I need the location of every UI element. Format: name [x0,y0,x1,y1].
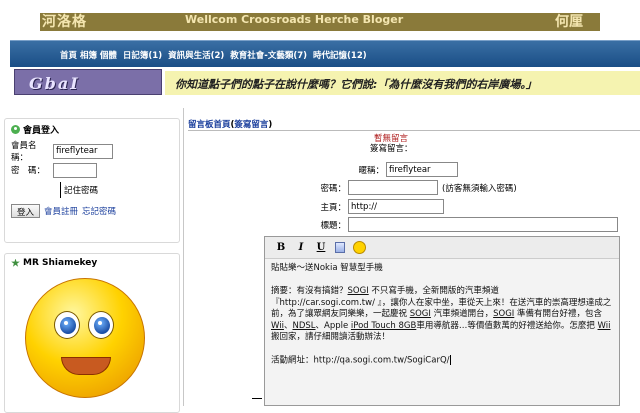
bottom-divider-tick [252,398,262,399]
password-hint: (訪客無須輸入密碼) [442,183,517,194]
message-editor[interactable]: B I U 貼貼樂～送Nokia 智慧型手機 摘要：有沒有搞錯？SOGI 不只寫… [264,236,620,406]
remember-checkbox[interactable] [60,182,61,198]
guestbook-tabs: 留言板首頁(簽寫留言) [188,120,273,130]
smiley-face-image [25,278,145,398]
homepage-label: 主頁： [320,202,346,213]
editor-toolbar: B I U [265,237,619,259]
ipod-text: iPod Touch 8GB [350,320,417,331]
site-name[interactable]: 河洛格 [42,11,87,31]
username-input[interactable] [53,143,113,159]
nav-item-memory[interactable]: 時代記憶(12) [313,49,367,61]
login-panel-title: 會員登入 [5,119,179,140]
write-message-heading: 簽寫留言： [370,144,413,154]
sogi-link-1: SOGI [347,286,369,296]
subject-input[interactable] [348,217,618,232]
emoticon-icon[interactable] [353,241,366,254]
nickname-input[interactable] [386,162,458,177]
car-url-text: 『http://car.sogi.com.tw/ 』 [271,297,382,308]
site-slogan: Wellcom Croosroads Herche Bloger [185,13,404,26]
marquee-box: 你知道點子們的點子在說什麼嗎？它們說:「為什麼沒有我們的右岸廣場。」 [165,71,640,95]
homepage-input[interactable] [348,199,444,214]
main-nav: 首頁 相簿 個體 日記簿(1) 資訊與生活(2) 教育社會-文藝類(7) 時代記… [10,40,640,67]
mr-panel-title: MR Shiamekey [5,254,179,272]
site-header: 河洛格 Wellcom Croosroads Herche Bloger 何厘 [0,0,640,38]
nav-item-diary[interactable]: 日記簿(1) [123,49,162,61]
nav-item-education[interactable]: 教育社會-文藝類(7) [230,49,307,61]
password-input[interactable] [53,162,97,178]
marquee-text: 你知道點子們的點子在說什麼嗎？它們說:「為什麼沒有我們的右岸廣場。」 [175,78,537,91]
nav-item-home[interactable]: 首頁 相簿 個體 [60,49,117,61]
nav-item-info-life[interactable]: 資訊與生活(2) [168,49,224,61]
tab-guestbook-home[interactable]: 留言板首頁 [188,120,231,130]
smiley-left-pupil [60,317,76,334]
guestbook-password-input[interactable] [348,180,438,195]
nickname-row: 暱稱： [326,162,458,177]
summary-text-7: 、Apple [315,320,351,331]
mr-panel: MR Shiamekey [4,253,180,413]
forgot-password-link[interactable]: 忘記密碼 [82,205,116,217]
username-row: 會員名稱： [11,141,173,163]
smiley-mouth [61,357,111,375]
star-icon [11,258,20,267]
bold-button[interactable]: B [275,242,287,253]
column-divider [183,108,184,406]
sogi-link-3: SOGI [493,309,515,319]
wii-text-1: Wii [271,320,284,331]
activity-label: 活動網址： [271,355,314,366]
smiley-right-eye [88,311,114,339]
summary-text-5: 準備有開台好禮，包含 [514,309,605,319]
editor-body[interactable]: 貼貼樂～送Nokia 智慧型手機 摘要：有沒有搞錯？SOGI 不只寫手機，全新開… [265,259,619,371]
banner-logo-text: GbaI [29,74,80,93]
login-button[interactable]: 登入 [11,204,41,218]
text-caret [449,355,451,365]
password-row: 密 碼： [11,162,173,178]
nickname-label: 暱稱： [358,165,384,176]
login-panel: 會員登入 會員名稱： 密 碼： 記住密碼 登入 會員註冊 忘記密碼 [4,118,180,243]
site-owner: 何厘 [555,14,583,30]
smiley-left-eye [54,311,80,339]
summary-text-4: 汽車頻道開台， [430,309,494,319]
mr-title: MR Shiamekey [23,258,98,268]
insert-image-icon[interactable] [335,242,345,253]
editor-line-title: 貼貼樂～送Nokia 智慧型手機 [271,263,383,273]
username-label: 會員名稱： [11,141,37,163]
subject-row: 標題： [288,217,618,232]
banner: GbaI 你知道點子們的點子在說什麼嗎？它們說:「為什麼沒有我們的右岸廣場。」 [10,67,640,101]
ndsl-text: NDSL [292,320,316,331]
summary-text-2: 不只寫手機，全新開版的汽車頻道 [368,286,499,296]
tab-rule [188,130,640,131]
underline-button[interactable]: U [315,242,327,253]
guestbook-password-row: 密碼： (訪客無須輸入密碼) [288,180,517,195]
summary-text-1: 摘要：有沒有搞錯？ [271,286,348,296]
user-icon [11,125,20,134]
login-title: 會員登入 [23,126,60,136]
register-link[interactable]: 會員註冊 [44,205,78,217]
activity-url: http://qa.sogi.com.tw/SogiCarQ/ [313,355,450,366]
nav-items: 首頁 相簿 個體 日記簿(1) 資訊與生活(2) 教育社會-文藝類(7) 時代記… [60,49,367,61]
guestbook-password-label: 密碼： [320,183,346,194]
remember-label: 記住密碼 [64,186,99,196]
italic-button[interactable]: I [295,242,307,253]
banner-logo: GbaI [14,69,162,95]
password-label: 密 碼： [11,166,46,176]
homepage-row: 主頁： [288,199,444,214]
remember-row: 記住密碼 [60,182,179,198]
subject-label: 標題： [320,220,346,231]
summary-text-8: 車用導航器…等價值數萬的好禮送給你。怎麼把 [416,320,598,331]
login-actions: 登入 會員註冊 忘記密碼 [11,204,173,218]
smiley-right-pupil [94,317,110,334]
tab-write-message[interactable]: 簽寫留言 [234,120,268,130]
wii-text-2: Wii [597,320,611,331]
sogi-link-2: SOGI [409,309,431,319]
